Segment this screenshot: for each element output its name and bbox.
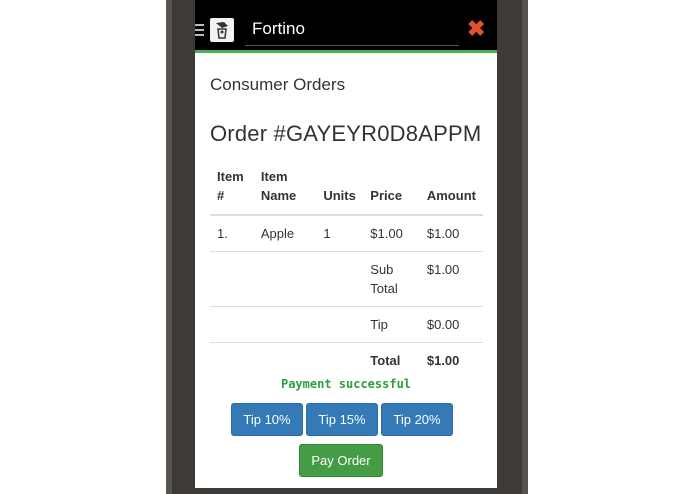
section-title: Consumer Orders	[210, 75, 346, 94]
tip-10-button[interactable]: Tip 10%	[231, 403, 303, 436]
total-value: $1.00	[419, 342, 483, 378]
phone-screen: Fortino ✖ Consumer Orders Order #GAYEYR0…	[195, 0, 497, 488]
item-name: Apple	[260, 226, 295, 241]
payment-status-message: Payment successful	[280, 377, 412, 391]
total-row: Total $1.00	[210, 342, 483, 378]
header-amount: Amount	[419, 163, 483, 216]
phone-edge-right	[522, 0, 528, 494]
title-underline	[245, 45, 459, 46]
header-units: Units	[316, 163, 364, 216]
table-header-row: Item # Item Name Units Price Amount	[210, 163, 483, 216]
order-title: Order #GAYEYR0D8APPM	[210, 121, 482, 146]
item-units: 1	[323, 226, 331, 241]
tip-20-button[interactable]: Tip 20%	[381, 403, 453, 436]
tip-15-button[interactable]: Tip 15%	[306, 403, 378, 436]
tip-value: $0.00	[419, 306, 483, 343]
app-bar-accent-line	[195, 50, 497, 53]
item-number: 1.	[217, 226, 228, 241]
app-title: Fortino	[252, 19, 305, 38]
hamburger-icon[interactable]	[195, 24, 204, 36]
app-logo-icon[interactable]	[210, 18, 234, 42]
pay-order-button[interactable]: Pay Order	[299, 444, 383, 477]
subtotal-value: $1.00	[419, 251, 483, 307]
tip-label: Tip	[363, 306, 420, 343]
phone-edge-left	[166, 0, 172, 494]
tip-row: Tip $0.00	[210, 306, 483, 343]
subtotal-label: Sub Total	[363, 251, 420, 307]
app-bar: Fortino ✖	[195, 8, 497, 52]
item-amount: $1.00	[426, 226, 460, 241]
close-icon[interactable]: ✖	[467, 16, 485, 42]
order-table: Item # Item Name Units Price Amount 1. A…	[210, 163, 483, 378]
item-price: $1.00	[370, 226, 403, 241]
subtotal-row: Sub Total $1.00	[210, 251, 483, 307]
total-label: Total	[363, 342, 420, 378]
header-price: Price	[363, 163, 420, 216]
header-item-name: Item Name	[253, 163, 317, 216]
header-item-number: Item #	[210, 163, 254, 216]
status-bar	[195, 0, 497, 8]
table-row: 1. Apple 1 $1.00 $1.00	[210, 215, 483, 252]
